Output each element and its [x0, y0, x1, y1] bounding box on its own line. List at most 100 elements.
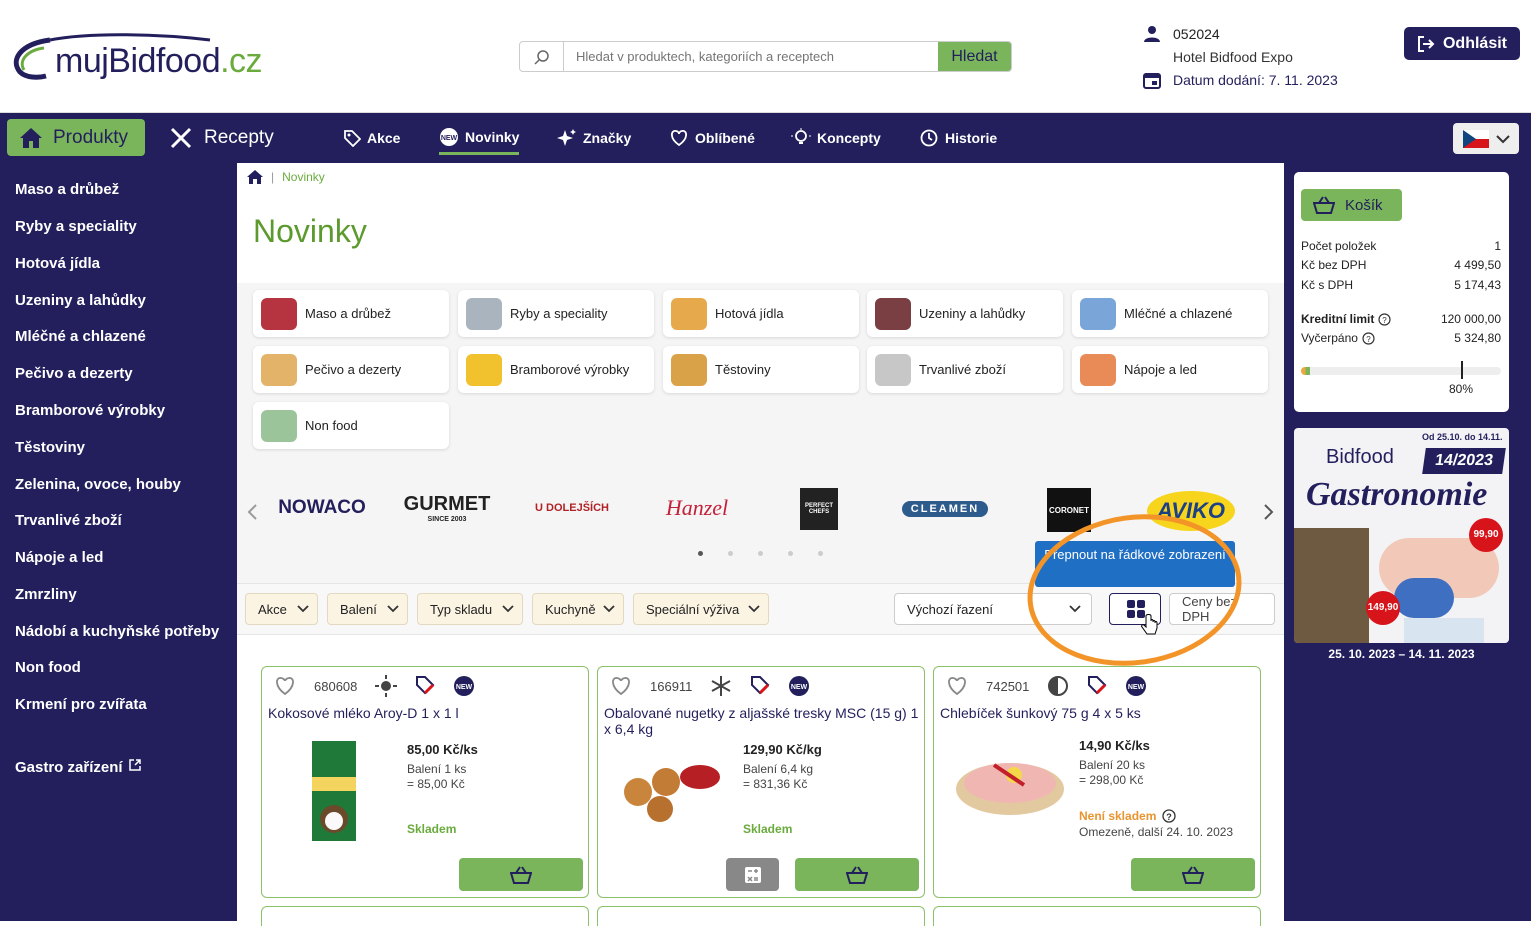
sidebar-item[interactable]: Nádobí a kuchyňské potřeby [15, 623, 219, 640]
nav-akce[interactable]: Akce [343, 127, 400, 149]
sidebar-item[interactable]: Uzeniny a lahůdky [15, 292, 146, 309]
category-tile[interactable]: Hotová jídla [663, 290, 859, 337]
sidebar-item[interactable]: Těstoviny [15, 439, 85, 456]
carousel-dot[interactable] [758, 551, 763, 556]
carousel-dot[interactable] [818, 551, 823, 556]
restock-note: Omezeně, další 24. 10. 2023 [1079, 825, 1234, 839]
home-icon[interactable] [247, 170, 263, 184]
category-tile[interactable]: Trvanlivé zboží [867, 346, 1063, 393]
sausage-icon [875, 297, 911, 330]
category-tile[interactable]: Nápoje a led [1072, 346, 1268, 393]
filter-specialni-vyziva[interactable]: Speciální výživa [633, 593, 769, 625]
sidebar-item[interactable]: Pečivo a dezerty [15, 365, 133, 382]
sidebar-item[interactable]: Krmení pro zvířata [15, 696, 147, 713]
stock-status: Skladem [743, 822, 793, 836]
search-bar: Hledat [519, 41, 1012, 72]
sidebar-item[interactable]: Non food [15, 659, 81, 676]
product-image[interactable] [608, 747, 728, 857]
sidebar-item[interactable]: Bramborové výrobky [15, 402, 165, 419]
help-icon[interactable]: ? [1378, 312, 1391, 326]
product-name[interactable]: Obalované nugetky z aljašské tresky MSC … [604, 705, 919, 737]
product-image[interactable] [290, 737, 410, 847]
sidebar-item[interactable]: Ryby a speciality [15, 218, 137, 235]
sidebar-item[interactable]: Zelenina, ovoce, houby [15, 476, 181, 493]
sidebar-item-gastro[interactable]: Gastro zařízení [15, 759, 141, 776]
brand-logo[interactable]: Hanzel [647, 483, 747, 533]
promo-leaflet[interactable]: Bidfood Od 25.10. do 14.11. 14/2023 Gast… [1294, 428, 1509, 643]
chevron-right-icon[interactable] [1263, 503, 1275, 521]
category-tile[interactable]: Pečivo a dezerty [253, 346, 449, 393]
product-card [261, 906, 589, 926]
category-tile[interactable]: Mléčné a chlazené [1072, 290, 1268, 337]
category-tile[interactable]: Těstoviny [663, 346, 859, 393]
calculator-button[interactable] [726, 858, 779, 891]
nav-koncepty[interactable]: Koncepty [791, 127, 881, 149]
sidebar-item[interactable]: Nápoje a led [15, 549, 103, 566]
product-code: 166911 [650, 678, 693, 694]
carousel-dot[interactable] [788, 551, 793, 556]
nav-oblibene[interactable]: Oblíbené [669, 127, 755, 149]
brand-logo[interactable]: GURMET SINCE 2003 [404, 483, 491, 533]
brand-logo[interactable]: CLEAMEN [902, 501, 988, 517]
nav-novinky[interactable]: NEW Novinky [439, 126, 520, 155]
filter-kuchyne[interactable]: Kuchyně [532, 593, 624, 625]
svg-text:NEW: NEW [791, 684, 808, 691]
add-to-cart-button[interactable] [459, 858, 583, 891]
category-tile[interactable]: Ryby a speciality [458, 290, 654, 337]
nav-znacky[interactable]: Značky [557, 127, 631, 149]
help-icon[interactable]: ? [1162, 809, 1177, 823]
language-selector[interactable] [1453, 123, 1519, 154]
tag-icon [344, 130, 361, 147]
breadcrumb: | Novinky [247, 170, 325, 184]
logout-button[interactable]: Odhlásit [1404, 27, 1520, 60]
nav-historie[interactable]: Historie [919, 127, 997, 149]
filter-akce[interactable]: Akce [245, 593, 318, 625]
sidebar-item[interactable]: Hotová jídla [15, 255, 100, 272]
carousel-dot[interactable] [698, 551, 703, 556]
basket-icon [510, 865, 532, 884]
help-icon[interactable]: ? [1362, 331, 1375, 345]
unit-price: 14,90 Kč/ks [1079, 738, 1150, 753]
category-tile[interactable]: Maso a drůbež [253, 290, 449, 337]
filter-typ-skladu[interactable]: Typ skladu [417, 593, 523, 625]
category-tile[interactable]: Bramborové výrobky [458, 346, 654, 393]
filter-baleni[interactable]: Balení [327, 593, 408, 625]
sidebar-item[interactable]: Trvanlivé zboží [15, 512, 122, 529]
category-tile[interactable]: Non food [253, 402, 449, 449]
brand-logo[interactable]: PERFECT CHEFS [800, 488, 838, 530]
sidebar-item[interactable]: Maso a drůbež [15, 181, 119, 198]
brand-logo[interactable]: CORONET [1047, 488, 1091, 532]
search-button[interactable]: Hledat [938, 42, 1011, 71]
brand-logo[interactable]: U DOLEJŠÍCH [527, 483, 617, 533]
add-to-cart-button[interactable] [1131, 858, 1255, 891]
product-image[interactable] [954, 745, 1074, 855]
cart-row: Kč s DPH 5 174,43 [1301, 278, 1501, 292]
delivery-date[interactable]: Datum dodání: 7. 11. 2023 [1173, 72, 1338, 88]
heart-icon [670, 130, 688, 147]
product-card: 680608 NEW Kokosové mléko Aroy-D 1 x 1 l… [261, 666, 589, 898]
favorite-heart-icon[interactable] [610, 676, 632, 696]
category-sidebar: Maso a drůbež Ryby a speciality Hotová j… [0, 163, 237, 921]
favorite-heart-icon[interactable] [274, 676, 296, 696]
chevron-left-icon[interactable] [246, 503, 258, 521]
nav-products[interactable]: Produkty [7, 119, 145, 156]
cart-button[interactable]: Košík [1301, 189, 1402, 221]
chevron-down-icon [603, 605, 615, 613]
unit-price: 129,90 Kč/kg [743, 742, 822, 757]
search-input[interactable] [564, 42, 938, 71]
nav-recipes[interactable]: Recepty [168, 119, 274, 156]
sidebar-item[interactable]: Zmrzliny [15, 586, 77, 603]
account-name: Hotel Bidfood Expo [1173, 48, 1293, 65]
carousel-dot[interactable] [728, 551, 733, 556]
favorite-heart-icon[interactable] [946, 676, 968, 696]
category-tile[interactable]: Uzeniny a lahůdky [867, 290, 1063, 337]
fish-icon [466, 297, 502, 330]
sidebar-item[interactable]: Mléčné a chlazené [15, 328, 146, 345]
product-name[interactable]: Chlebíček šunkový 75 g 4 x 5 ks [940, 705, 1255, 721]
basket-icon [1182, 865, 1204, 884]
search-icon[interactable] [520, 42, 564, 71]
logo[interactable]: mujBidfood.cz [10, 30, 300, 90]
add-to-cart-button[interactable] [795, 858, 919, 891]
brand-logo[interactable]: NOWACO [277, 483, 367, 533]
product-name[interactable]: Kokosové mléko Aroy-D 1 x 1 l [268, 705, 583, 721]
